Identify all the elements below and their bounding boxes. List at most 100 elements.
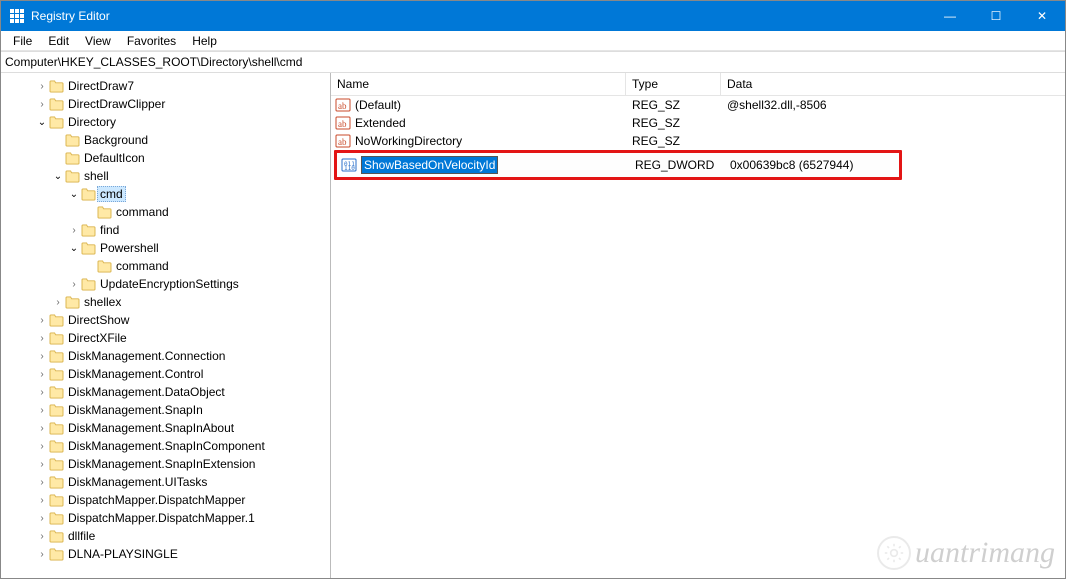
tree-item[interactable]: ›DiskManagement.SnapInExtension [3, 455, 328, 473]
tree-item-label: command [116, 259, 169, 273]
tree-item[interactable]: ›UpdateEncryptionSettings [3, 275, 328, 293]
expand-icon[interactable]: › [35, 369, 49, 380]
tree-item[interactable]: ›DirectShow [3, 311, 328, 329]
value-name: Extended [355, 116, 406, 130]
expand-icon[interactable]: › [67, 279, 81, 290]
tree-item[interactable]: › dllfile [3, 527, 328, 545]
list-row[interactable]: abNoWorkingDirectoryREG_SZ [331, 132, 1065, 150]
tree-item[interactable]: command [3, 203, 328, 221]
close-button[interactable]: ✕ [1019, 1, 1065, 31]
maximize-button[interactable]: ☐ [973, 1, 1019, 31]
folder-icon [49, 386, 64, 399]
folder-icon [97, 206, 112, 219]
tree-item[interactable]: › DirectDraw7 [3, 77, 328, 95]
expand-icon[interactable]: › [35, 477, 49, 488]
edit-name-input[interactable]: ShowBasedOnVelocityId [361, 156, 498, 174]
tree-item[interactable]: ›DiskManagement.SnapInAbout [3, 419, 328, 437]
menu-edit[interactable]: Edit [40, 32, 77, 50]
folder-icon [49, 512, 64, 525]
menu-view[interactable]: View [77, 32, 119, 50]
tree-item[interactable]: command [3, 257, 328, 275]
tree-item-label: DiskManagement.Connection [68, 349, 225, 363]
list-row[interactable]: abExtendedREG_SZ [331, 114, 1065, 132]
tree-item[interactable]: ›find [3, 221, 328, 239]
expand-icon[interactable]: › [35, 441, 49, 452]
folder-icon [49, 314, 64, 327]
menu-favorites[interactable]: Favorites [119, 32, 184, 50]
folder-icon [65, 170, 80, 183]
values-pane[interactable]: Name Type Data ab(Default)REG_SZ@shell32… [331, 73, 1065, 578]
tree-item[interactable]: DefaultIcon [3, 149, 328, 167]
expand-icon[interactable]: › [35, 531, 49, 542]
expand-icon[interactable]: › [35, 99, 49, 110]
col-header-name[interactable]: Name [331, 73, 626, 95]
tree-item-label: command [116, 205, 169, 219]
tree-item-label: dllfile [68, 529, 95, 543]
tree-item[interactable]: › DiskManagement.DataObject [3, 383, 328, 401]
expand-icon[interactable]: › [51, 297, 65, 308]
col-header-data[interactable]: Data [721, 73, 1065, 95]
tree-item[interactable]: ⌄shell [3, 167, 328, 185]
tree-item[interactable]: › shellex [3, 293, 328, 311]
tree-item[interactable]: Background [3, 131, 328, 149]
title-bar: Registry Editor — ☐ ✕ [1, 1, 1065, 31]
expand-icon[interactable]: › [35, 81, 49, 92]
value-type: REG_SZ [626, 116, 721, 130]
expand-icon[interactable]: › [35, 351, 49, 362]
tree-item[interactable]: ⌄ cmd [3, 185, 328, 203]
folder-icon [49, 548, 64, 561]
folder-icon [49, 80, 64, 93]
expand-icon[interactable]: › [35, 333, 49, 344]
expand-icon[interactable]: › [35, 459, 49, 470]
tree-item[interactable]: ›DispatchMapper.DispatchMapper.1 [3, 509, 328, 527]
expand-icon[interactable]: › [35, 315, 49, 326]
tree-item[interactable]: ›DiskManagement.UITasks [3, 473, 328, 491]
list-header: Name Type Data [331, 73, 1065, 96]
tree-item[interactable]: ⌄Powershell [3, 239, 328, 257]
list-row[interactable]: ab(Default)REG_SZ@shell32.dll,-8506 [331, 96, 1065, 114]
svg-text:ab: ab [338, 137, 347, 147]
tree-item-label: Directory [68, 115, 116, 129]
expand-icon[interactable]: › [35, 549, 49, 560]
tree-item[interactable]: ›DiskManagement.SnapIn [3, 401, 328, 419]
expand-icon[interactable]: › [35, 423, 49, 434]
tree-item-label: cmd [97, 186, 126, 202]
tree-item[interactable]: ⌄ Directory [3, 113, 328, 131]
folder-icon [81, 224, 96, 237]
tree-item-label: shellex [84, 295, 121, 309]
col-header-type[interactable]: Type [626, 73, 721, 95]
collapse-icon[interactable]: ⌄ [51, 171, 65, 182]
tree-item[interactable]: › DiskManagement.SnapInComponent [3, 437, 328, 455]
expand-icon[interactable]: › [67, 225, 81, 236]
folder-icon [49, 494, 64, 507]
expand-icon[interactable]: › [35, 405, 49, 416]
tree-item-label: DispatchMapper.DispatchMapper [68, 493, 245, 507]
menu-file[interactable]: File [5, 32, 40, 50]
tree-item-label: DiskManagement.DataObject [68, 385, 225, 399]
menu-bar: FileEditViewFavoritesHelp [1, 31, 1065, 51]
collapse-icon[interactable]: ⌄ [67, 189, 81, 200]
minimize-button[interactable]: — [927, 1, 973, 31]
tree-item[interactable]: ›DiskManagement.Control [3, 365, 328, 383]
tree-item[interactable]: ›DLNA-PLAYSINGLE [3, 545, 328, 563]
address-path: Computer\HKEY_CLASSES_ROOT\Directory\she… [5, 55, 302, 69]
menu-help[interactable]: Help [184, 32, 225, 50]
tree-item[interactable]: › DiskManagement.Connection [3, 347, 328, 365]
tree-item[interactable]: › DispatchMapper.DispatchMapper [3, 491, 328, 509]
tree-item[interactable]: › DirectXFile [3, 329, 328, 347]
collapse-icon[interactable]: ⌄ [35, 117, 49, 128]
tree-item-label: DiskManagement.SnapInComponent [68, 439, 265, 453]
folder-icon [97, 260, 112, 273]
expand-icon[interactable]: › [35, 495, 49, 506]
expand-icon[interactable]: › [35, 513, 49, 524]
address-bar[interactable]: Computer\HKEY_CLASSES_ROOT\Directory\she… [1, 51, 1065, 73]
expand-icon[interactable]: › [35, 387, 49, 398]
tree-item[interactable]: ›DirectDrawClipper [3, 95, 328, 113]
folder-icon [49, 332, 64, 345]
tree-item-label: DirectDraw7 [68, 79, 134, 93]
tree-item-label: DirectXFile [68, 331, 127, 345]
tree-pane[interactable]: › DirectDraw7 ›DirectDrawClipper ⌄ Directory… [1, 73, 331, 578]
list-row-editing[interactable]: 011 110 ShowBasedOnVelocityId REG_DWORD … [337, 155, 899, 175]
folder-icon [49, 404, 64, 417]
collapse-icon[interactable]: ⌄ [67, 243, 81, 254]
